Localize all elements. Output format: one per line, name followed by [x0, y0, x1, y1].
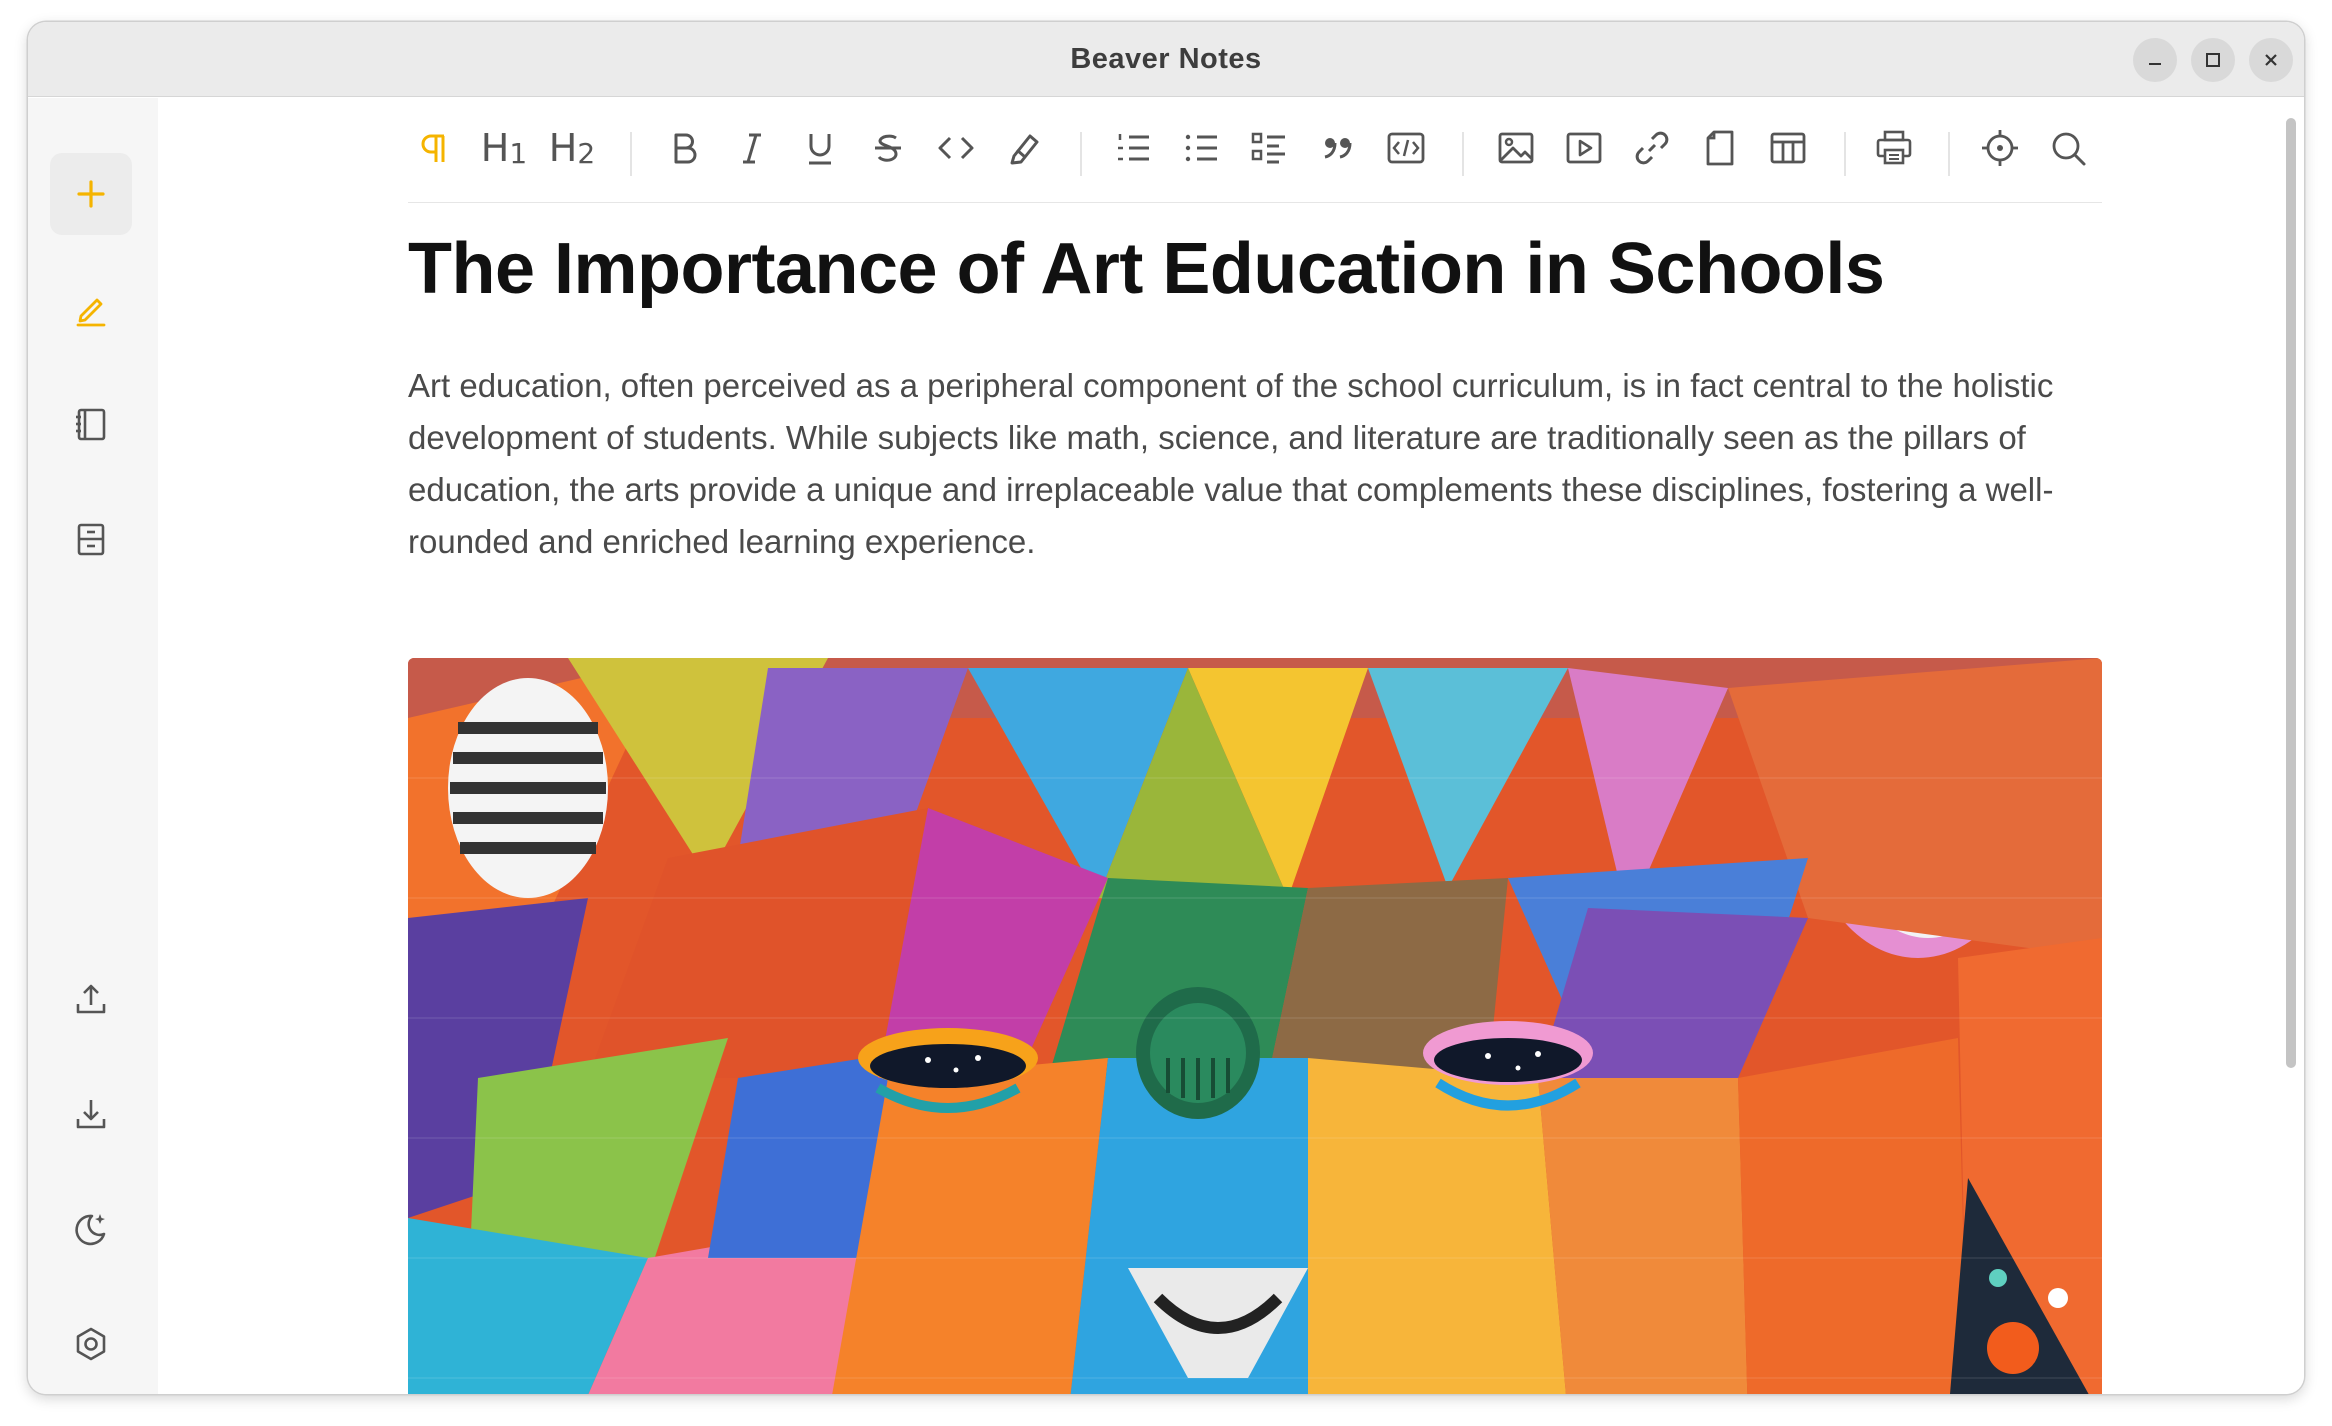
export-button[interactable] — [50, 958, 132, 1040]
blockquote-button[interactable] — [1310, 120, 1366, 176]
search-icon — [2052, 132, 2086, 166]
moon-icon — [75, 1214, 106, 1246]
pencil-icon — [76, 298, 106, 327]
italic-icon — [743, 133, 761, 164]
heading2-icon: H2 — [548, 126, 596, 170]
minimize-icon — [2149, 63, 2161, 65]
bullet-list-icon — [1185, 134, 1217, 162]
app-window: Beaver Notes H1 H2 The Importance of Art… — [28, 22, 2304, 1394]
notebook-icon — [76, 408, 106, 441]
video-icon — [1566, 132, 1602, 164]
heading1-icon: H1 — [480, 126, 528, 170]
bold-button[interactable] — [656, 120, 712, 176]
window-title: Beaver Notes — [1070, 43, 1262, 75]
paragraph-icon — [421, 134, 445, 162]
task-list-icon — [1251, 132, 1285, 164]
formatting-toolbar: H1 H2 — [408, 98, 2102, 203]
minimize-button[interactable] — [2133, 38, 2177, 82]
sidebar — [28, 98, 158, 1394]
settings-button[interactable] — [50, 1303, 132, 1385]
title-bar[interactable]: Beaver Notes — [28, 22, 2304, 97]
focus-mode-button[interactable] — [1972, 120, 2028, 176]
heading1-button[interactable]: H1 — [474, 120, 534, 176]
code-block-icon — [1387, 132, 1425, 164]
heading2-button[interactable]: H2 — [542, 120, 602, 176]
print-button[interactable] — [1866, 120, 1922, 176]
code-block-button[interactable] — [1378, 120, 1434, 176]
note-image[interactable] — [408, 658, 2102, 1394]
image-button[interactable] — [1488, 120, 1544, 176]
settings-icon — [76, 1327, 106, 1361]
upload-icon — [76, 984, 106, 1014]
task-list-button[interactable] — [1242, 120, 1298, 176]
table-icon — [1770, 132, 1806, 164]
underline-icon — [809, 134, 831, 165]
maximize-icon — [2206, 53, 2220, 67]
video-button[interactable] — [1556, 120, 1612, 176]
close-icon — [2265, 54, 2277, 66]
highlight-button[interactable] — [996, 120, 1052, 176]
theme-toggle-button[interactable] — [50, 1188, 132, 1270]
note-title[interactable]: The Importance of Art Education in Schoo… — [408, 228, 2108, 310]
import-button[interactable] — [50, 1073, 132, 1155]
bullet-list-button[interactable] — [1174, 120, 1230, 176]
table-button[interactable] — [1760, 120, 1816, 176]
search-button[interactable] — [2040, 120, 2096, 176]
italic-button[interactable] — [724, 120, 780, 176]
code-button[interactable] — [928, 120, 984, 176]
underline-button[interactable] — [792, 120, 848, 176]
file-icon — [1706, 130, 1734, 166]
maximize-button[interactable] — [2191, 38, 2235, 82]
mural-image — [408, 658, 2102, 1394]
ordered-list-icon — [1118, 134, 1149, 161]
print-icon — [1876, 130, 1912, 165]
paragraph-button[interactable] — [408, 120, 464, 176]
file-button[interactable] — [1692, 120, 1748, 176]
archive-button[interactable] — [50, 498, 132, 580]
note-paragraph[interactable]: Art education, often perceived as a peri… — [408, 360, 2108, 568]
strikethrough-button[interactable] — [860, 120, 916, 176]
strikethrough-icon — [875, 134, 901, 162]
new-note-button[interactable] — [50, 153, 132, 235]
notes-button[interactable] — [50, 268, 132, 350]
ordered-list-button[interactable] — [1106, 120, 1162, 176]
plus-icon — [77, 180, 105, 208]
focus-icon — [1982, 130, 2018, 166]
blockquote-icon — [1324, 138, 1352, 159]
archive-icon — [77, 523, 105, 556]
notebooks-button[interactable] — [50, 383, 132, 465]
download-icon — [76, 1100, 106, 1129]
link-icon — [1635, 131, 1669, 165]
editor-scrollbar[interactable] — [2286, 118, 2296, 1068]
bold-icon — [674, 133, 697, 164]
image-icon — [1498, 132, 1534, 164]
link-button[interactable] — [1624, 120, 1680, 176]
code-icon — [938, 136, 974, 160]
editor-area[interactable]: H1 H2 The Importance of Art Education in… — [158, 98, 2304, 1394]
close-button[interactable] — [2249, 38, 2293, 82]
highlight-icon — [1010, 134, 1039, 165]
